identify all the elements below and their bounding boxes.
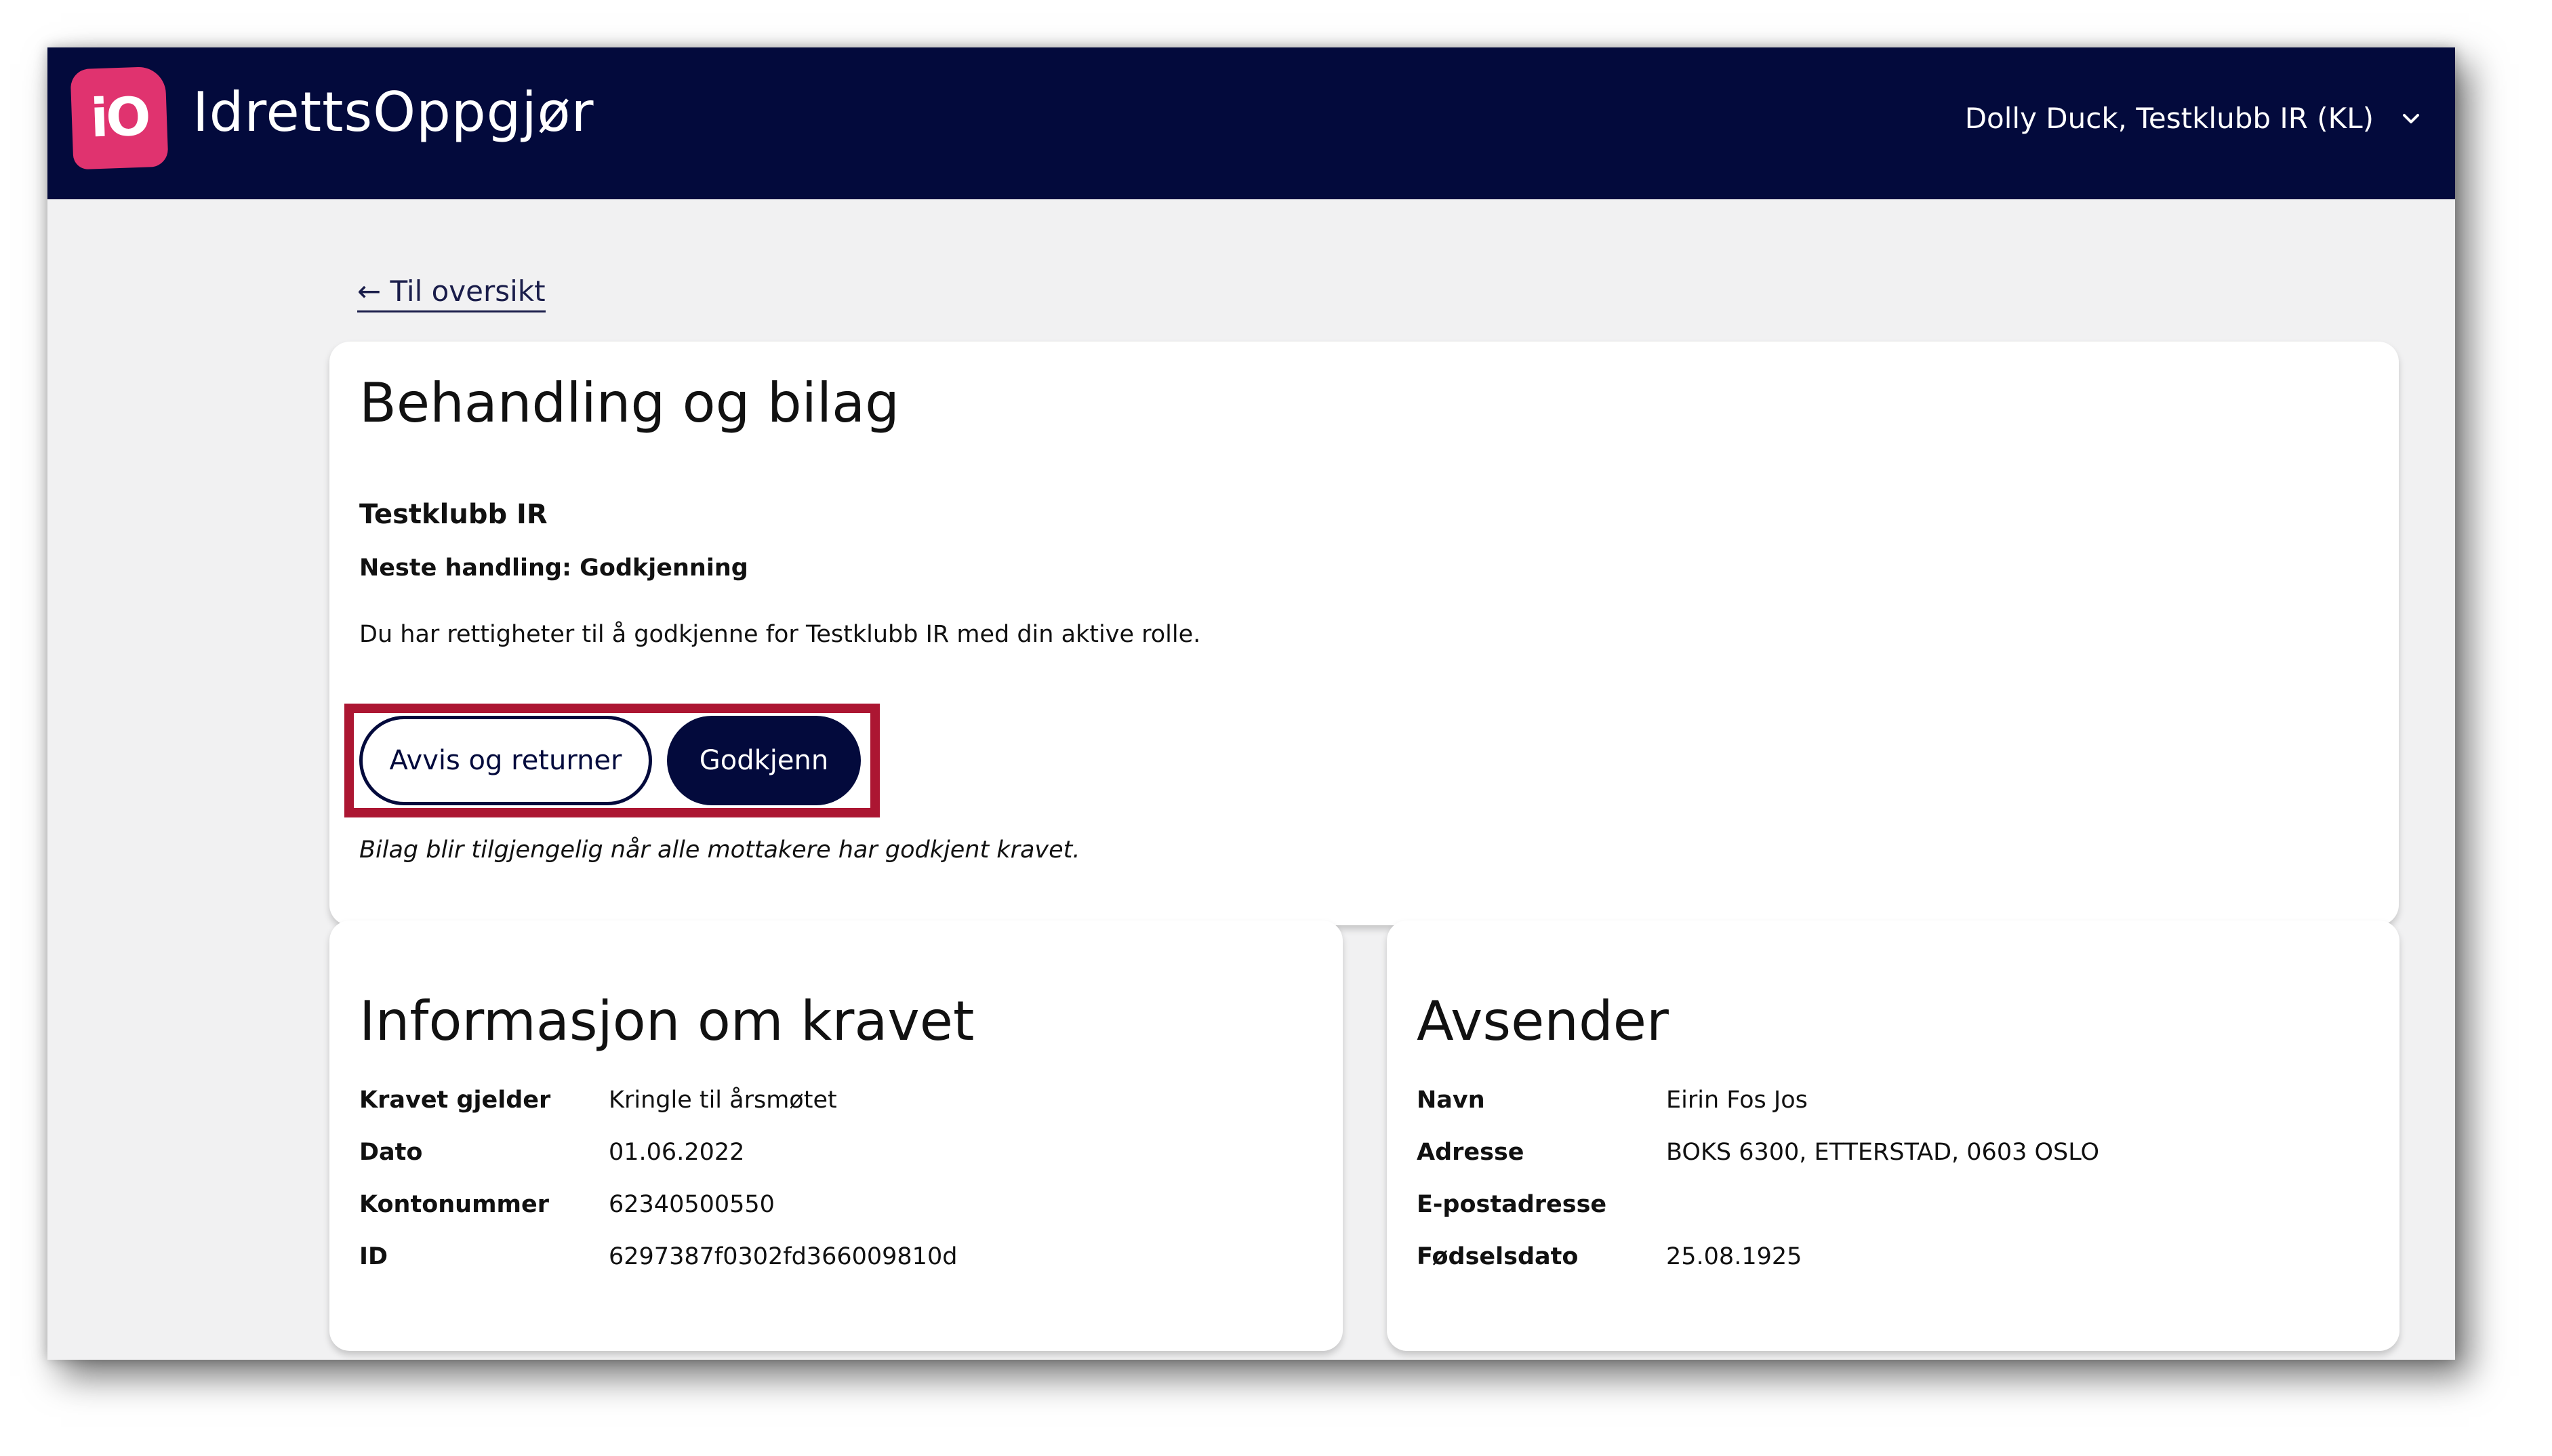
info-value: Kringle til årsmøtet: [609, 1087, 837, 1114]
sender-label: Adresse: [1417, 1139, 1524, 1166]
info-value: 62340500550: [609, 1191, 775, 1218]
info-value: 01.06.2022: [609, 1139, 745, 1166]
info-value: 6297387f0302fd366009810d: [609, 1243, 958, 1270]
info-label: Dato: [359, 1139, 423, 1166]
sender-label: Navn: [1417, 1087, 1485, 1114]
back-to-overview-link[interactable]: ← Til oversikt: [357, 275, 546, 312]
info-label: ID: [359, 1243, 388, 1270]
claim-info-card: Informasjon om kravet Kravet gjelder Kri…: [329, 921, 1343, 1351]
chevron-down-icon: [2403, 113, 2419, 123]
rights-text: Du har rettigheter til å godkjenne for T…: [359, 621, 1201, 648]
app-title[interactable]: IdrettsOppgjør: [193, 85, 594, 140]
reject-and-return-button[interactable]: Avvis og returner: [359, 716, 652, 805]
app-window: iO IdrettsOppgjør Dolly Duck, Testklubb …: [47, 47, 2455, 1360]
processing-card: Behandling og bilag Testklubb IR Neste h…: [329, 342, 2399, 925]
next-action-label: Neste handling: Godkjenning: [359, 554, 748, 582]
club-name: Testklubb IR: [359, 499, 548, 530]
user-menu-label: Dolly Duck, Testklubb IR (KL): [1964, 102, 2374, 135]
attachment-note: Bilag blir tilgjengelig når alle mottake…: [359, 836, 1080, 864]
sender-value: 25.08.1925: [1666, 1243, 1802, 1270]
sender-label: E-postadresse: [1417, 1191, 1607, 1218]
user-menu[interactable]: Dolly Duck, Testklubb IR (KL): [1965, 102, 2421, 135]
page-title: Behandling og bilag: [359, 371, 899, 434]
claim-info-title: Informasjon om kravet: [359, 990, 975, 1053]
sender-value: Eirin Fos Jos: [1666, 1087, 1808, 1114]
app-logo[interactable]: iO: [70, 66, 169, 170]
top-bar: iO IdrettsOppgjør Dolly Duck, Testklubb …: [47, 47, 2455, 199]
sender-title: Avsender: [1417, 990, 1669, 1053]
sender-value: BOKS 6300, ETTERSTAD, 0603 OSLO: [1666, 1139, 2100, 1166]
info-label: Kravet gjelder: [359, 1087, 551, 1114]
approve-button[interactable]: Godkjenn: [667, 716, 861, 805]
sender-card: Avsender Navn Eirin Fos Jos Adresse BOKS…: [1387, 921, 2399, 1351]
sender-label: Fødselsdato: [1417, 1243, 1579, 1270]
info-label: Kontonummer: [359, 1191, 550, 1218]
